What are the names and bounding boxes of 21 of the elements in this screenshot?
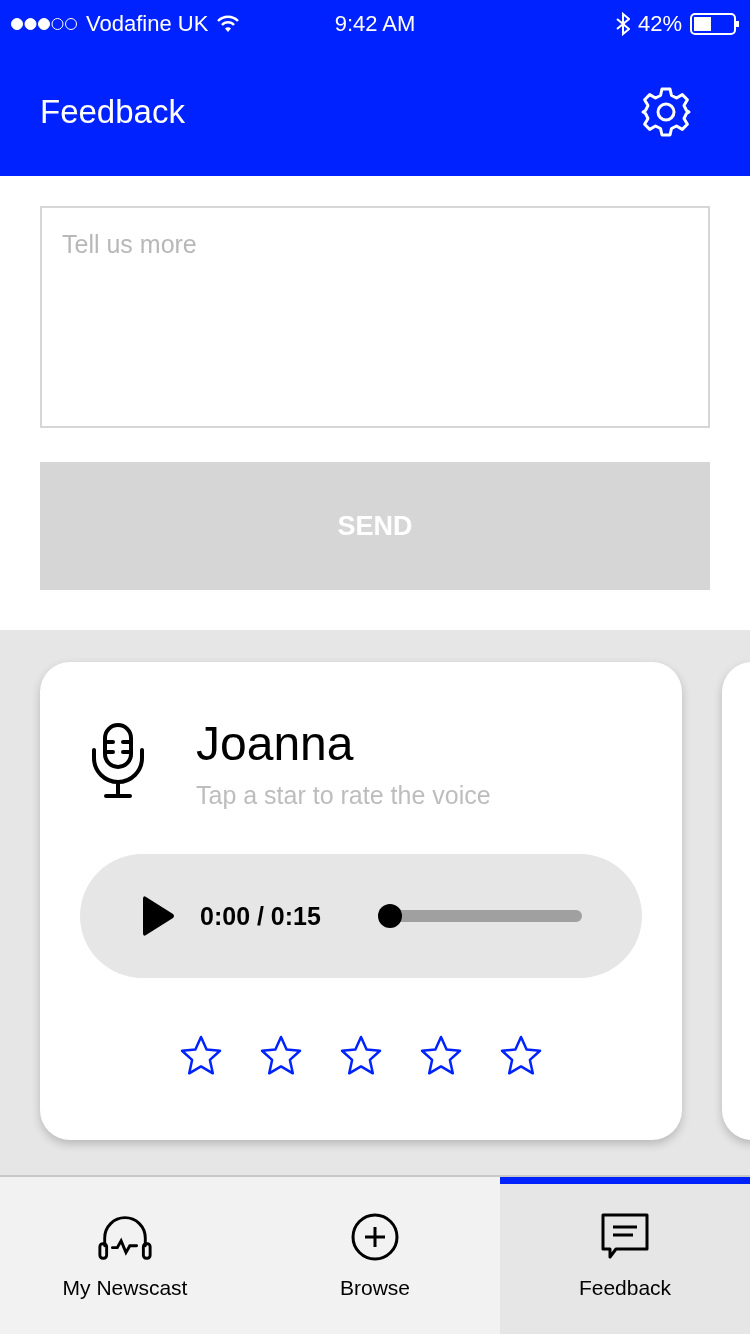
settings-icon[interactable] xyxy=(640,86,692,138)
voice-name: Joanna xyxy=(196,716,355,771)
star-icon[interactable] xyxy=(179,1034,223,1078)
clock-time: 9:42 AM xyxy=(334,11,416,37)
signal-icon xyxy=(10,17,78,31)
carrier-name: Vodafine UK xyxy=(86,11,209,37)
star-icon[interactable] xyxy=(499,1034,543,1078)
rating-hint: Tap a star to rate the voice xyxy=(196,781,491,810)
battery-percent: 42% xyxy=(637,11,682,37)
page-title: Feedback xyxy=(40,93,185,131)
star-icon[interactable] xyxy=(339,1034,383,1078)
tab-item[interactable]: Feedback xyxy=(500,1177,750,1334)
microphone-icon xyxy=(90,722,146,800)
bluetooth-icon xyxy=(615,12,630,36)
wifi-icon xyxy=(216,15,241,33)
battery-icon xyxy=(690,13,740,35)
play-icon[interactable] xyxy=(140,895,176,937)
star-icon[interactable] xyxy=(259,1034,303,1078)
star-icon[interactable] xyxy=(419,1034,463,1078)
playback-time: 0:00 / 0:15 xyxy=(200,901,322,931)
progress-slider[interactable] xyxy=(378,904,582,928)
